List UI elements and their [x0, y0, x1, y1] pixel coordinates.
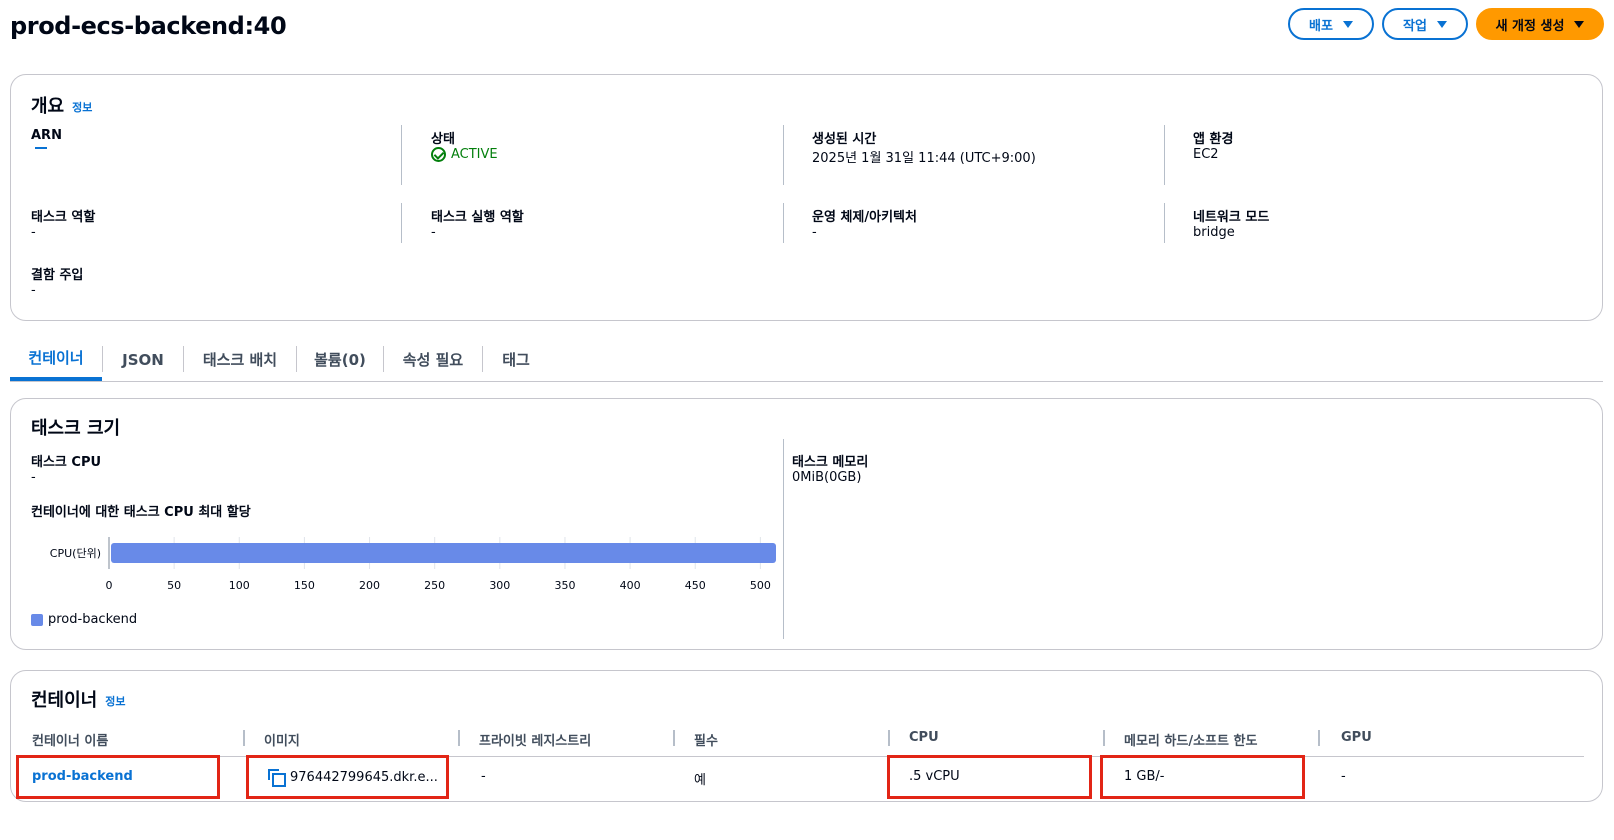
- cpu-allocation-chart: 0 50 100 150 200 250 300 350 400 450 500 CPU(단위): [50, 537, 776, 592]
- tab-json[interactable]: JSON: [103, 338, 183, 381]
- caret-down-icon: [1342, 20, 1353, 28]
- bar-prod-backend: [111, 543, 776, 563]
- column-separator: [673, 730, 675, 746]
- x-tick-label: 50: [167, 579, 181, 592]
- page-title: prod-ecs-backend:40: [10, 12, 287, 40]
- x-tick-label: 100: [229, 579, 250, 592]
- task-role-label: 태스크 역할: [31, 210, 96, 225]
- divider: [783, 203, 784, 243]
- divider: [783, 439, 784, 639]
- col-header-gpu[interactable]: GPU: [1341, 730, 1372, 745]
- highlight-box: [887, 755, 1092, 799]
- divider: [783, 125, 784, 185]
- task-cpu-value: -: [31, 470, 36, 485]
- tab-bar: 컨테이너 JSON 태스크 배치 볼륨(0) 속성 필요 태그: [10, 338, 1603, 382]
- x-tick-label: 400: [620, 579, 641, 592]
- x-tick-label: 300: [489, 579, 510, 592]
- exec-role-label: 태스크 실행 역할: [431, 210, 524, 225]
- exec-role-value: -: [431, 225, 436, 240]
- col-header-image[interactable]: 이미지: [264, 730, 300, 749]
- actions-label: 작업: [1403, 18, 1427, 34]
- containers-title: 컨테이너: [31, 690, 98, 711]
- divider: [401, 203, 402, 243]
- task-size-panel: 태스크 크기 태스크 CPU - 컨테이너에 대한 태스크 CPU 최대 할당 …: [10, 398, 1603, 650]
- cpu-allocation-title: 컨테이너에 대한 태스크 CPU 최대 할당: [31, 505, 251, 520]
- caret-down-icon: [1574, 20, 1585, 28]
- highlight-box: [246, 755, 449, 799]
- col-header-registry[interactable]: 프라이빗 레지스트리: [479, 730, 591, 749]
- divider: [1164, 125, 1165, 185]
- tab-task-placement[interactable]: 태스크 배치: [184, 338, 296, 381]
- divider: [1164, 203, 1165, 243]
- caret-down-icon: [1436, 20, 1447, 28]
- app-env-label: 앱 환경: [1193, 132, 1234, 147]
- containers-info-link[interactable]: 정보: [105, 695, 125, 708]
- deploy-button[interactable]: 배포: [1288, 8, 1374, 40]
- container-gpu: -: [1341, 769, 1346, 784]
- status-value: ACTIVE: [451, 147, 498, 162]
- highlight-box: [1100, 755, 1305, 799]
- y-category-label: CPU(단위): [50, 547, 101, 560]
- chart-legend: prod-backend: [31, 612, 137, 627]
- arn-label: ARN: [31, 128, 62, 143]
- overview-info-link[interactable]: 정보: [72, 101, 92, 114]
- network-mode-value: bridge: [1193, 225, 1235, 240]
- overview-heading: 개요 정보: [31, 92, 92, 118]
- create-revision-button[interactable]: 새 개정 생성: [1476, 8, 1604, 40]
- page-header: prod-ecs-backend:40 배포 작업 새 개정 생성: [10, 8, 1604, 42]
- task-memory-label: 태스크 메모리: [792, 455, 869, 470]
- header-actions: 배포 작업 새 개정 생성: [1288, 8, 1604, 40]
- container-essential: 예: [694, 773, 706, 788]
- x-tick-label: 150: [294, 579, 315, 592]
- container-registry: -: [481, 769, 486, 784]
- network-mode-label: 네트워크 모드: [1193, 210, 1270, 225]
- tab-containers[interactable]: 컨테이너: [10, 338, 102, 381]
- col-header-cpu[interactable]: CPU: [909, 730, 939, 745]
- containers-heading: 컨테이너 정보: [31, 686, 126, 712]
- status-badge: ACTIVE: [431, 147, 498, 162]
- column-separator: [1318, 730, 1320, 746]
- deploy-label: 배포: [1309, 18, 1333, 34]
- column-separator: [243, 730, 245, 746]
- highlight-box: [16, 755, 220, 799]
- status-label: 상태: [431, 132, 455, 147]
- overview-title: 개요: [31, 96, 65, 117]
- actions-button[interactable]: 작업: [1382, 8, 1468, 40]
- column-separator: [888, 730, 890, 746]
- x-tick-label: 200: [359, 579, 380, 592]
- x-tick-label: 500: [750, 579, 771, 592]
- fault-injection-label: 결함 주입: [31, 268, 84, 283]
- created-value: 2025년 1월 31일 11:44 (UTC+9:00): [812, 151, 1036, 166]
- col-header-name[interactable]: 컨테이너 이름: [32, 730, 108, 749]
- column-separator: [458, 730, 460, 746]
- tab-requires-attributes[interactable]: 속성 필요: [384, 338, 482, 381]
- overview-panel: 개요 정보 ARN 상태 ACTIVE 생성된 시간 2025년 1월 31일 1…: [10, 74, 1603, 321]
- divider: [401, 125, 402, 185]
- x-tick-label: 250: [424, 579, 445, 592]
- os-arch-value: -: [812, 225, 817, 240]
- os-arch-label: 운영 체제/아키텍처: [812, 210, 917, 225]
- created-label: 생성된 시간: [812, 132, 877, 147]
- fault-injection-value: -: [31, 283, 36, 298]
- app-env-value: EC2: [1193, 147, 1219, 162]
- legend-swatch: [31, 613, 43, 626]
- col-header-memory[interactable]: 메모리 하드/소프트 한도: [1124, 730, 1257, 749]
- tab-tags[interactable]: 태그: [483, 338, 549, 381]
- arn-copy-link[interactable]: [35, 147, 47, 149]
- x-tick-label: 350: [554, 579, 575, 592]
- task-memory-value: 0MiB(0GB): [792, 470, 862, 485]
- create-revision-label: 새 개정 생성: [1495, 18, 1565, 34]
- col-header-essential[interactable]: 필수: [694, 730, 718, 749]
- tab-volumes[interactable]: 볼륨(0): [297, 338, 383, 381]
- check-circle-icon: [431, 147, 446, 162]
- legend-label: prod-backend: [48, 612, 138, 627]
- x-tick-label: 450: [685, 579, 706, 592]
- task-role-value: -: [31, 225, 36, 240]
- x-tick-label: 0: [106, 579, 113, 592]
- task-size-title: 태스크 크기: [31, 418, 121, 439]
- column-separator: [1103, 730, 1105, 746]
- task-cpu-label: 태스크 CPU: [31, 455, 102, 470]
